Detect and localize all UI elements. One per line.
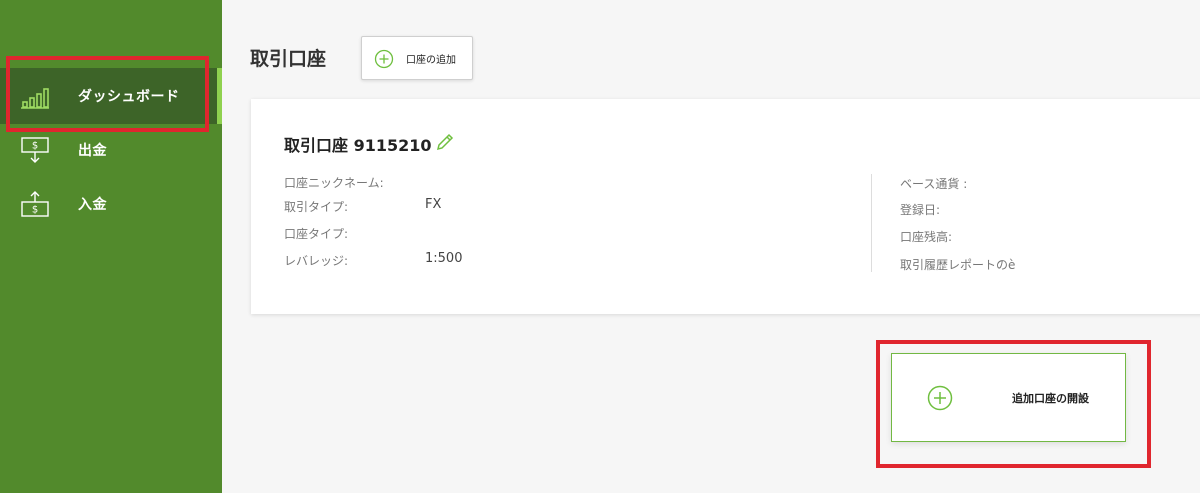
deposit-icon: $: [21, 191, 49, 217]
svg-text:$: $: [32, 205, 38, 216]
plus-circle-icon: [927, 385, 953, 411]
sidebar: ダッシュボード $ 出金 $ 入金: [0, 0, 222, 493]
svg-text:$: $: [32, 141, 38, 152]
plus-circle-icon: [374, 49, 394, 69]
trade-type-label: 取引タイプ:: [284, 200, 349, 214]
sidebar-item-label: ダッシュボード: [78, 89, 180, 105]
divider: [871, 174, 872, 272]
balance-label: 口座残高:: [900, 230, 953, 244]
pencil-icon[interactable]: [435, 132, 455, 152]
trade-history-report-label: 取引履歴レポートのè: [900, 258, 1016, 272]
sidebar-item-label: 入金: [78, 197, 107, 213]
trade-type-value: FX: [425, 197, 442, 212]
sidebar-item-withdraw[interactable]: $ 出金: [0, 122, 222, 178]
add-account-button[interactable]: 口座の追加: [361, 36, 473, 80]
open-additional-account-label: 追加口座の開設: [1012, 392, 1089, 405]
page-title: 取引口座: [250, 48, 327, 70]
withdraw-icon: $: [21, 137, 49, 163]
registration-date-label: 登録日:: [900, 203, 941, 217]
account-type-label: 口座タイプ:: [284, 227, 349, 241]
bar-chart-icon: [21, 88, 49, 109]
add-account-label: 口座の追加: [406, 54, 456, 66]
open-additional-account-button[interactable]: 追加口座の開設: [891, 353, 1126, 442]
main-content: 取引口座 口座の追加 取引口座 9115210 口座ニックネーム: 取引タイプ:…: [222, 0, 1200, 493]
account-card: 取引口座 9115210 口座ニックネーム: 取引タイプ: FX 口座タイプ: …: [251, 99, 1200, 314]
sidebar-item-dashboard[interactable]: ダッシュボード: [0, 68, 222, 124]
account-title: 取引口座 9115210: [284, 136, 432, 155]
leverage-value: 1:500: [425, 251, 463, 266]
base-currency-label: ベース通貨 :: [900, 177, 968, 191]
nickname-label: 口座ニックネーム:: [284, 176, 384, 190]
leverage-label: レバレッジ:: [284, 254, 349, 268]
sidebar-item-label: 出金: [78, 143, 107, 159]
sidebar-item-deposit[interactable]: $ 入金: [0, 176, 222, 232]
